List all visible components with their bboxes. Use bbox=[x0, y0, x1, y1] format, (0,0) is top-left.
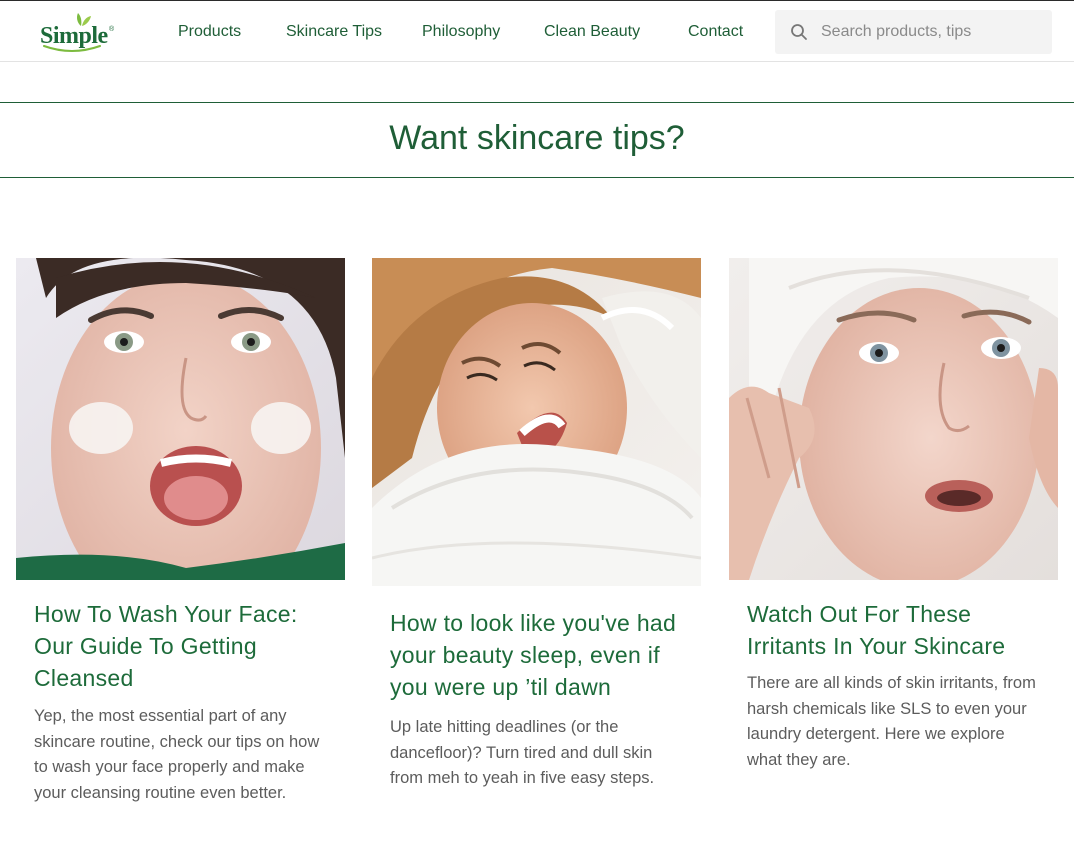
nav-clean-beauty[interactable]: Clean Beauty bbox=[544, 23, 640, 41]
article-image[interactable] bbox=[16, 258, 345, 580]
article-summary: Up late hitting deadlines (or the dancef… bbox=[390, 718, 655, 787]
article-image[interactable] bbox=[729, 258, 1058, 580]
simple-logo[interactable]: Simple ® bbox=[38, 11, 116, 55]
article-summary: Yep, the most essential part of any skin… bbox=[34, 707, 320, 802]
nav-skincare-tips[interactable]: Skincare Tips bbox=[286, 23, 382, 41]
section-title-band: Want skincare tips? bbox=[0, 102, 1074, 178]
woman-with-towel-image bbox=[729, 258, 1058, 580]
article-card-wash-face[interactable]: How To Wash Your Face: Our Guide To Gett… bbox=[16, 258, 345, 806]
article-image[interactable] bbox=[372, 258, 701, 586]
article-title[interactable]: How to look like you've had your beauty … bbox=[372, 607, 701, 703]
smile-swoosh-icon bbox=[43, 45, 101, 52]
search-box[interactable] bbox=[775, 10, 1052, 54]
article-title[interactable]: How To Wash Your Face: Our Guide To Gett… bbox=[16, 598, 345, 694]
woman-smiling-on-pillow-image bbox=[372, 258, 701, 586]
site-header: Simple ® Products Skincare Tips Philosop… bbox=[0, 0, 1074, 62]
article-card-beauty-sleep[interactable]: How to look like you've had your beauty … bbox=[372, 258, 701, 792]
article-summary: There are all kinds of skin irritants, f… bbox=[747, 674, 1036, 769]
nav-contact[interactable]: Contact bbox=[688, 23, 743, 41]
article-card-irritants[interactable]: Watch Out For These Irritants In Your Sk… bbox=[729, 258, 1058, 773]
search-icon[interactable] bbox=[790, 23, 808, 41]
registered-mark: ® bbox=[109, 26, 115, 33]
page-title: Want skincare tips? bbox=[389, 119, 685, 157]
nav-products[interactable]: Products bbox=[178, 23, 241, 41]
article-title[interactable]: Watch Out For These Irritants In Your Sk… bbox=[729, 598, 1058, 662]
nav-philosophy[interactable]: Philosophy bbox=[422, 23, 500, 41]
woman-applying-cleanser-image bbox=[16, 258, 345, 580]
search-input[interactable] bbox=[821, 20, 1041, 44]
